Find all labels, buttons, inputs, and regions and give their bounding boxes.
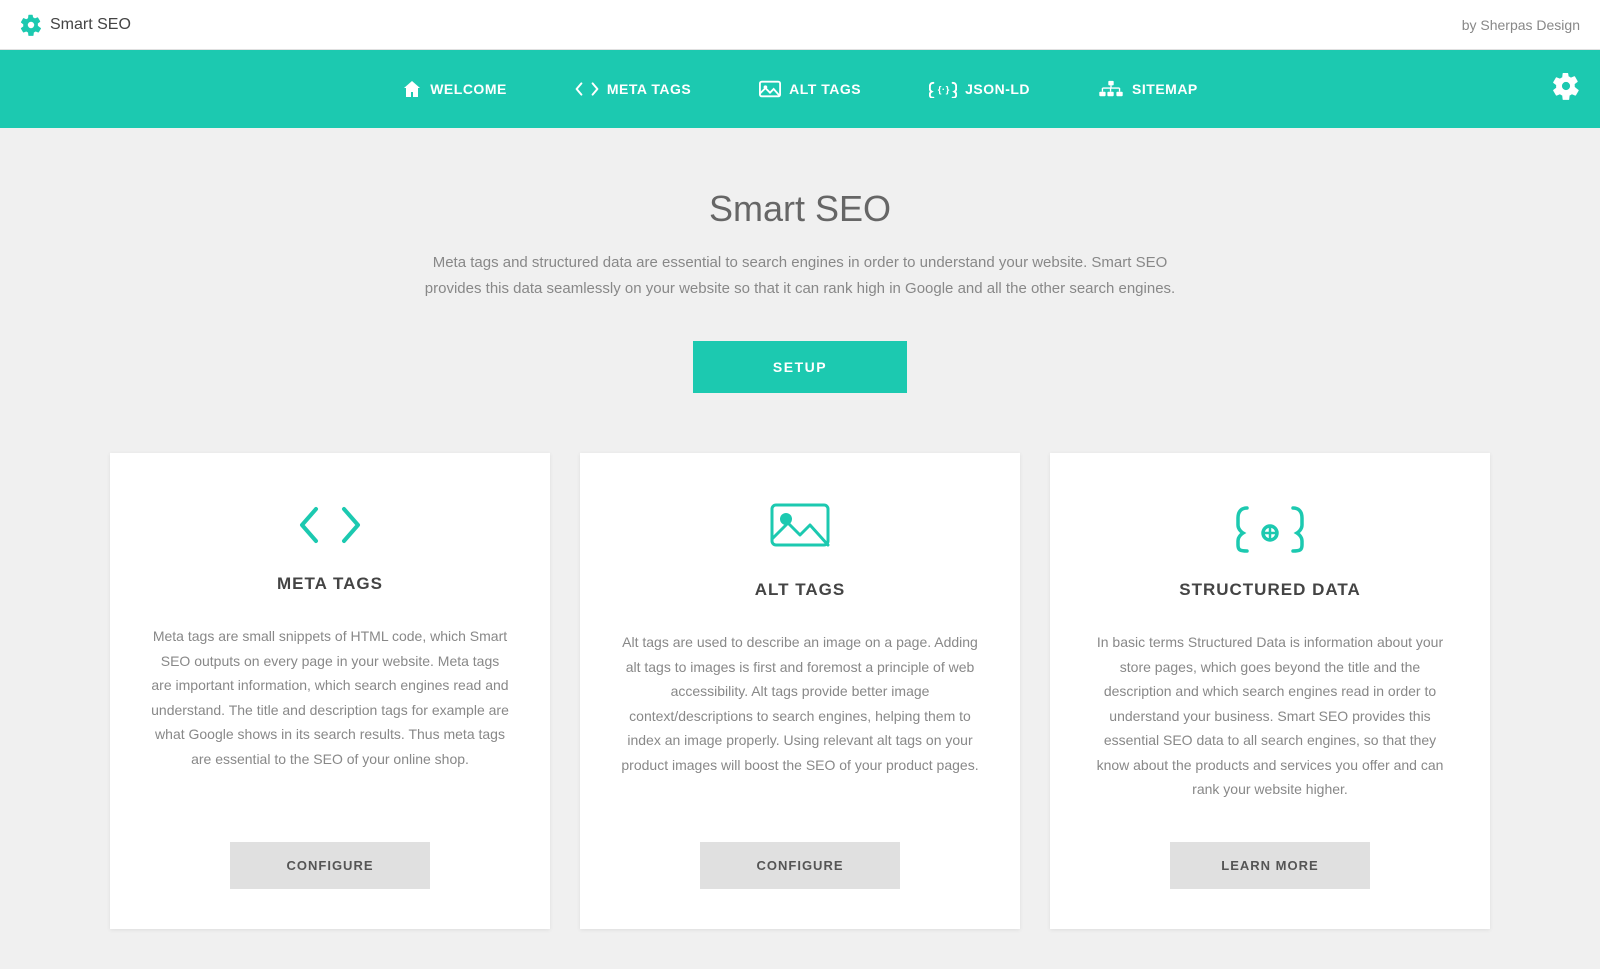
- nav-label-welcome: WELCOME: [430, 81, 507, 97]
- json-icon-nav: {·}: [929, 80, 957, 98]
- app-byline: by Sherpas Design: [1462, 17, 1580, 33]
- main-content: Smart SEO Meta tags and structured data …: [0, 128, 1600, 969]
- cards-container: META TAGS Meta tags are small snippets o…: [110, 453, 1490, 929]
- nav-label-sitemap: SITEMAP: [1132, 81, 1198, 97]
- card-desc-meta-tags: Meta tags are small snippets of HTML cod…: [150, 624, 510, 802]
- card-desc-structured-data: In basic terms Structured Data is inform…: [1090, 630, 1450, 802]
- card-structured-data: STRUCTURED DATA In basic terms Structure…: [1050, 453, 1490, 929]
- nav-item-alt-tags[interactable]: ALT TAGS: [755, 72, 865, 106]
- card-desc-alt-tags: Alt tags are used to describe an image o…: [620, 630, 980, 802]
- card-icon-meta-tags: [298, 503, 362, 556]
- nav-bar: WELCOME META TAGS ALT TAGS {·}: [0, 50, 1600, 128]
- nav-item-json-ld[interactable]: {·} JSON-LD: [925, 72, 1034, 106]
- card-title-alt-tags: ALT TAGS: [755, 580, 845, 600]
- svg-text:{·}: {·}: [938, 85, 950, 96]
- nav-label-meta-tags: META TAGS: [607, 81, 691, 97]
- setup-button[interactable]: SETUP: [693, 341, 907, 393]
- app-branding: Smart SEO: [20, 14, 131, 36]
- learn-more-button[interactable]: LEARN MORE: [1170, 842, 1370, 889]
- card-icon-alt-tags: [770, 503, 830, 562]
- configure-alt-tags-button[interactable]: CONFIGURE: [700, 842, 900, 889]
- app-logo-icon: [20, 14, 42, 36]
- gear-icon: [1552, 72, 1580, 100]
- top-bar: Smart SEO by Sherpas Design: [0, 0, 1600, 50]
- page-title: Smart SEO: [709, 188, 891, 230]
- code-icon-nav: [575, 80, 599, 98]
- nav-item-sitemap[interactable]: SITEMAP: [1094, 72, 1202, 106]
- card-meta-tags: META TAGS Meta tags are small snippets o…: [110, 453, 550, 929]
- page-subtitle: Meta tags and structured data are essent…: [410, 250, 1190, 301]
- nav-label-alt-tags: ALT TAGS: [789, 81, 861, 97]
- nav-label-json-ld: JSON-LD: [965, 81, 1030, 97]
- configure-meta-tags-button[interactable]: CONFIGURE: [230, 842, 430, 889]
- nav-item-meta-tags[interactable]: META TAGS: [571, 72, 695, 106]
- home-icon: [402, 79, 422, 99]
- card-icon-structured-data: [1235, 503, 1305, 562]
- card-alt-tags: ALT TAGS Alt tags are used to describe a…: [580, 453, 1020, 929]
- settings-button[interactable]: [1552, 72, 1580, 106]
- app-name: Smart SEO: [50, 16, 131, 34]
- nav-items: WELCOME META TAGS ALT TAGS {·}: [398, 71, 1202, 107]
- image-icon-nav: [759, 80, 781, 98]
- sitemap-icon-nav: [1098, 80, 1124, 98]
- card-title-meta-tags: META TAGS: [277, 574, 383, 594]
- nav-item-welcome[interactable]: WELCOME: [398, 71, 511, 107]
- card-title-structured-data: STRUCTURED DATA: [1179, 580, 1361, 600]
